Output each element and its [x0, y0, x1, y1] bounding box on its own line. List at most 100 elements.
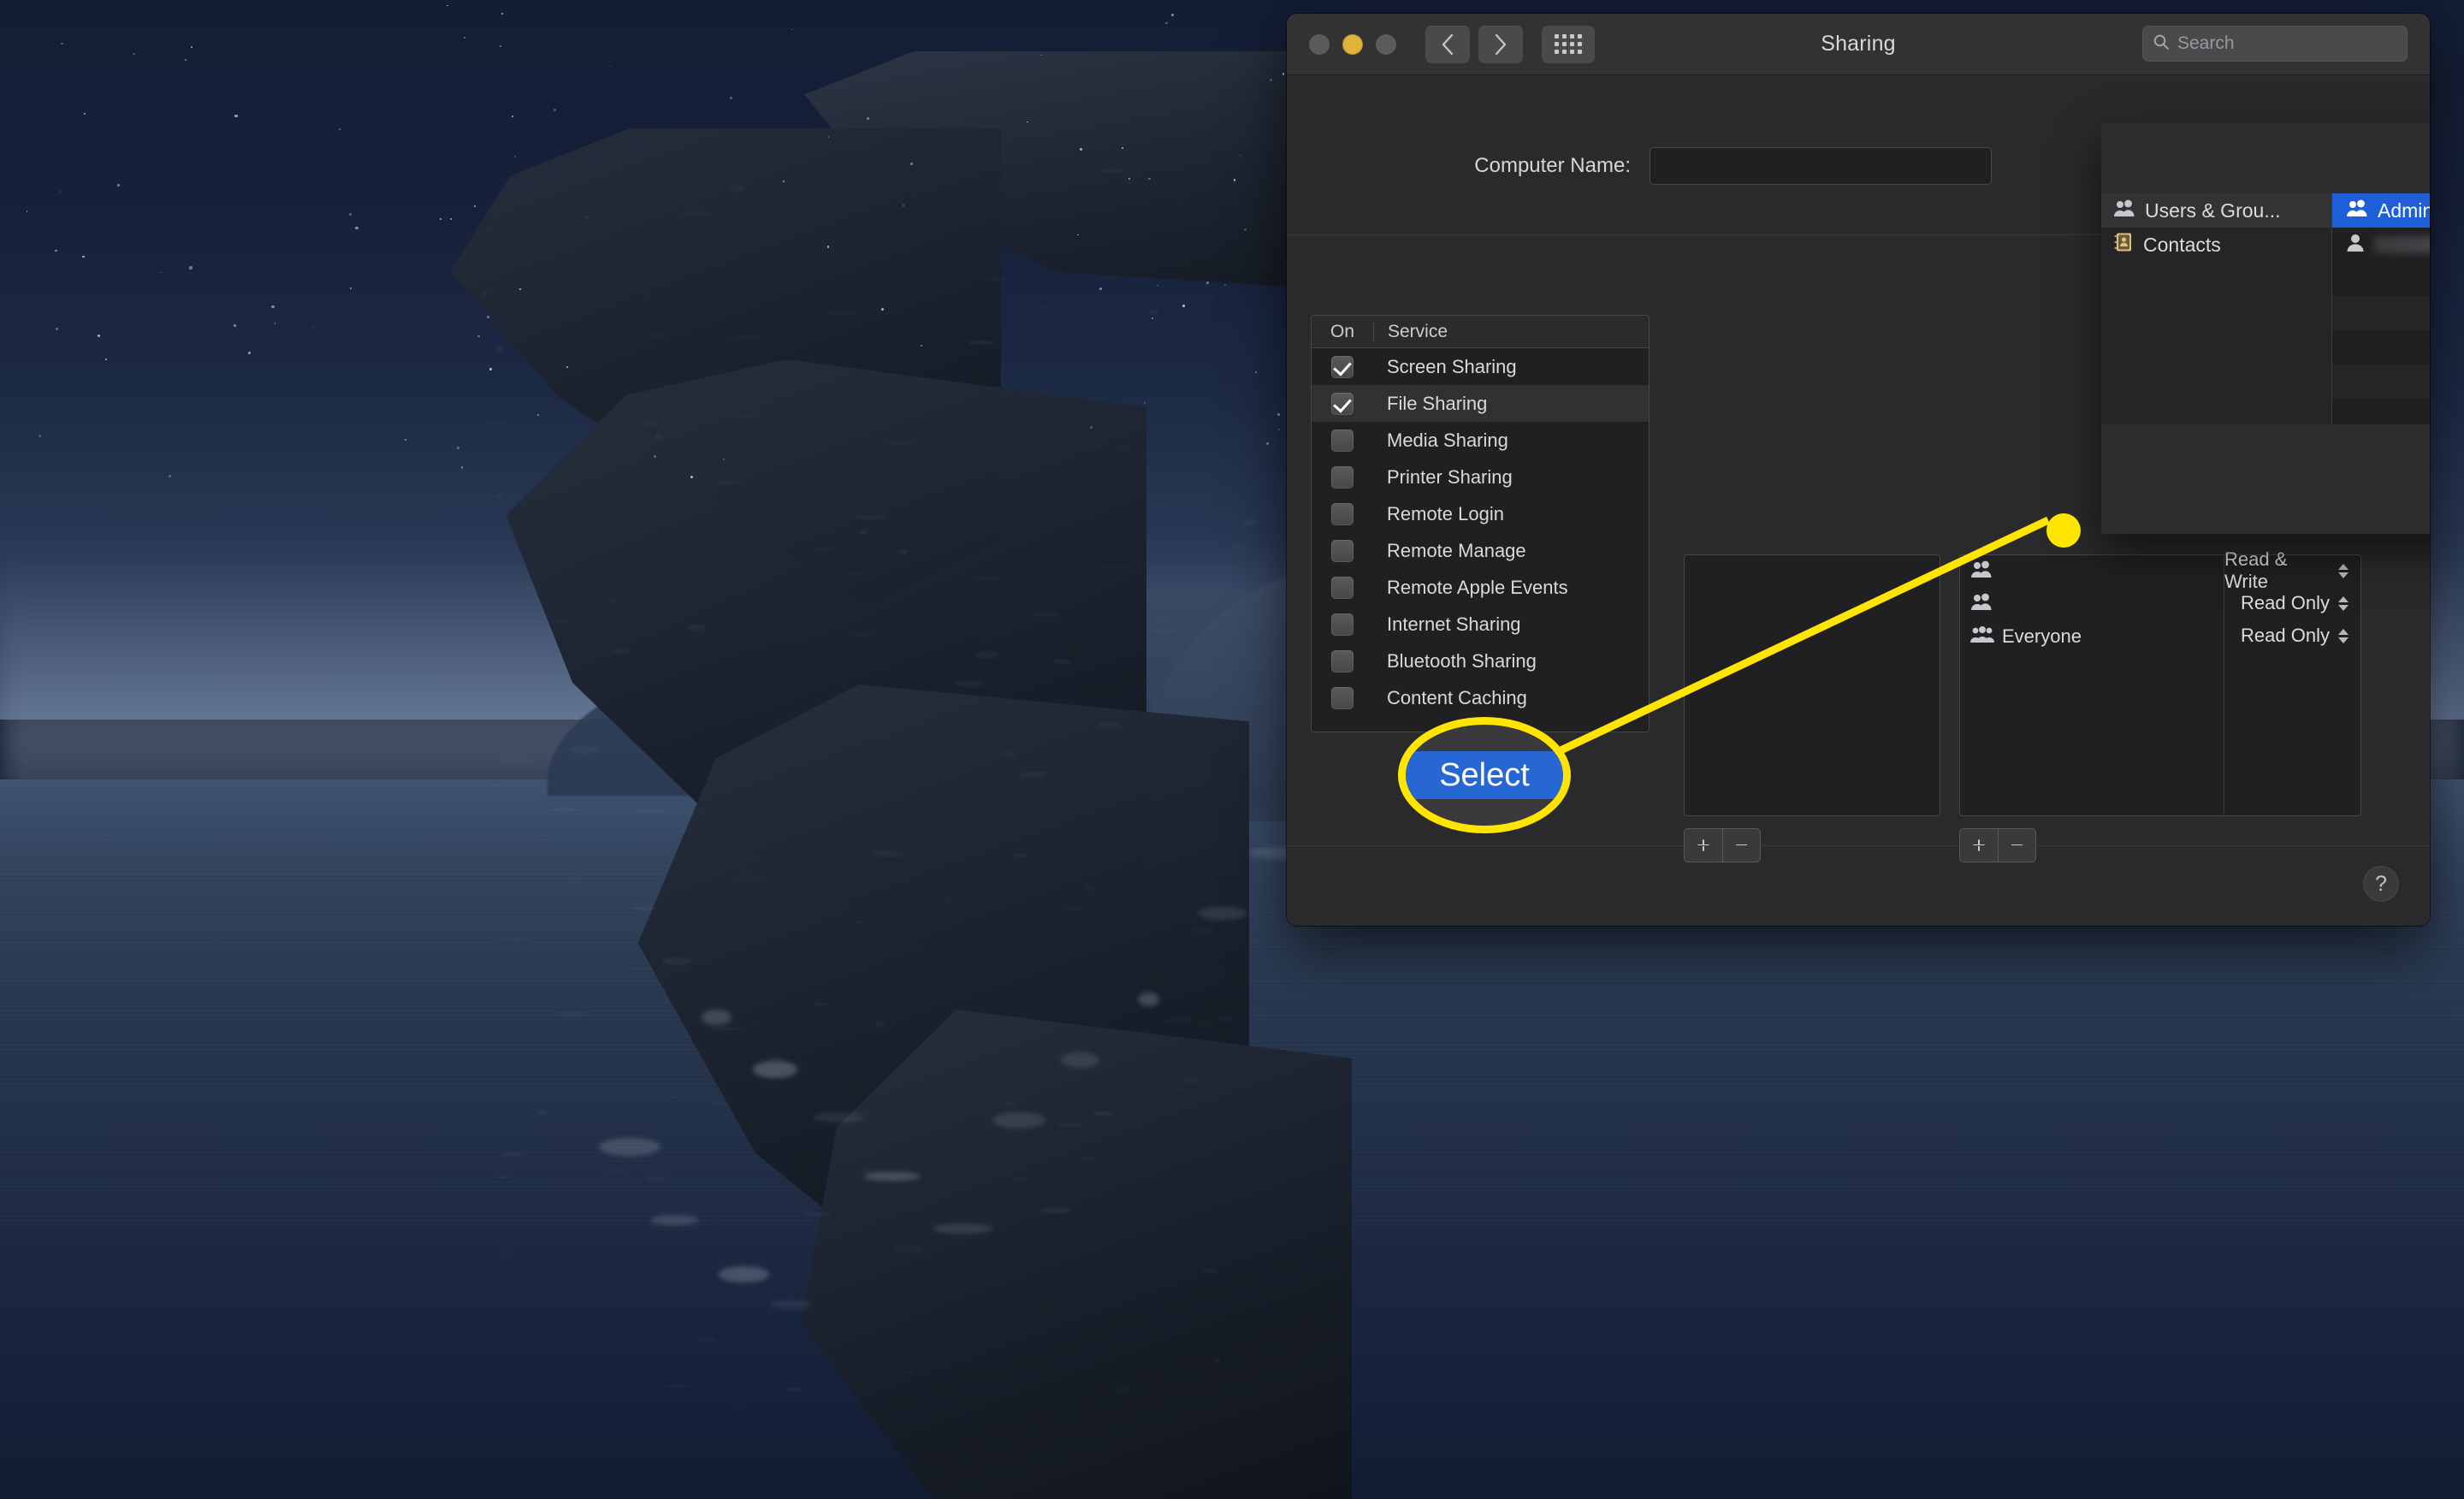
- checkbox-icon[interactable]: [1331, 576, 1353, 599]
- users-list[interactable]: Everyone Read & Write Read Only Read Only: [1959, 548, 2361, 816]
- service-name-label: Screen Sharing: [1387, 355, 1517, 377]
- service-name-label: Content Caching: [1387, 686, 1527, 708]
- permissions-row-container: Read & Write Read Only Read Only: [2224, 548, 2360, 652]
- service-name-label: Internet Sharing: [1387, 613, 1521, 635]
- checkbox-icon[interactable]: [1331, 686, 1353, 709]
- sharing-preferences-window: Sharing Search Computer Name: Edit... On…: [1287, 14, 2430, 926]
- chevron-left-icon: [1441, 33, 1454, 56]
- service-row[interactable]: Bluetooth Sharing: [1312, 643, 1649, 679]
- show-all-button[interactable]: [1542, 25, 1595, 63]
- help-button[interactable]: ?: [2363, 866, 2399, 902]
- service-name-label: Bluetooth Sharing: [1387, 649, 1537, 672]
- sheet-results-list[interactable]: Administrators: [2332, 193, 2430, 467]
- sheet-sidebar-item-label: Contacts: [2143, 233, 2221, 256]
- divider-bottom: [1287, 845, 2430, 846]
- services-table-header: On Service: [1312, 316, 1649, 348]
- service-checkbox-cell: [1312, 613, 1373, 636]
- sheet-list-empty-row: [2332, 296, 2430, 330]
- service-checkbox-cell: [1312, 355, 1373, 378]
- computer-name-input[interactable]: [1650, 147, 1992, 185]
- sheet-sidebar-item-label: Users & Grou...: [2145, 198, 2281, 222]
- service-checkbox-cell: [1312, 429, 1373, 452]
- sheet-sidebar: Users & Grou... Contacts: [2101, 193, 2332, 424]
- service-checkbox-cell: [1312, 392, 1373, 415]
- chevron-updown-icon: [2338, 628, 2348, 643]
- permission-label: Read Only: [2241, 625, 2330, 646]
- service-name-label: Printer Sharing: [1387, 465, 1513, 488]
- window-content: Computer Name: Edit... On Service Screen…: [1287, 75, 2430, 926]
- contacts-book-icon: [2113, 232, 2134, 258]
- permission-label: Read Only: [2241, 592, 2330, 613]
- user-name-label: Everyone: [2002, 625, 2082, 647]
- service-row[interactable]: Remote Manage: [1312, 532, 1649, 569]
- service-row[interactable]: Media Sharing: [1312, 422, 1649, 459]
- checkbox-checked-icon[interactable]: [1331, 355, 1353, 378]
- sheet-sidebar-rows: Users & Grou... Contacts: [2101, 193, 2331, 262]
- service-checkbox-cell: [1312, 539, 1373, 562]
- column-header-on: On: [1330, 321, 1354, 341]
- traffic-light-buttons: [1309, 33, 1396, 55]
- services-table[interactable]: On Service Screen Sharing File Sharing Med…: [1311, 315, 1650, 732]
- sheet-list-empty-row: [2332, 262, 2430, 296]
- users-groups-icon: [2113, 199, 2135, 222]
- checkbox-icon[interactable]: [1331, 465, 1353, 489]
- sheet-footer: Cancel Select: [2101, 424, 2430, 534]
- redacted-user-name: [2374, 236, 2430, 253]
- checkbox-icon[interactable]: [1331, 649, 1353, 672]
- permission-popup-button[interactable]: Read & Write: [2224, 548, 2360, 592]
- toolbar-search-placeholder: Search: [2177, 33, 2235, 53]
- service-row[interactable]: Screen Sharing: [1312, 348, 1649, 385]
- permission-popup-button[interactable]: Read Only: [2224, 587, 2360, 619]
- window-titlebar: Sharing Search: [1287, 14, 2430, 75]
- person-icon: [2346, 234, 2365, 257]
- search-icon: [2153, 33, 2170, 55]
- chevron-right-icon: [1494, 33, 1507, 56]
- service-name-label: Remote Apple Events: [1387, 576, 1568, 598]
- service-row[interactable]: Internet Sharing: [1312, 606, 1649, 643]
- service-checkbox-cell: [1312, 576, 1373, 599]
- service-checkbox-cell: [1312, 686, 1373, 709]
- back-button[interactable]: [1425, 25, 1470, 63]
- toolbar-search-field[interactable]: Search: [2142, 26, 2408, 62]
- checkbox-icon[interactable]: [1331, 429, 1353, 452]
- everyone-icon: [1970, 625, 1994, 649]
- group-icon: [1970, 560, 1993, 584]
- checkbox-checked-icon[interactable]: [1331, 392, 1353, 415]
- service-row[interactable]: Printer Sharing: [1312, 459, 1649, 495]
- service-name-label: Remote Login: [1387, 502, 1504, 524]
- sheet-list-empty-row: [2332, 364, 2430, 399]
- checkbox-icon[interactable]: [1331, 613, 1353, 636]
- grid-icon: [1555, 34, 1582, 54]
- service-name-label: Media Sharing: [1387, 429, 1508, 451]
- sheet-list-item[interactable]: [2332, 228, 2430, 262]
- permission-popup-button[interactable]: Read Only: [2224, 619, 2360, 652]
- service-checkbox-cell: [1312, 465, 1373, 489]
- services-row-container: Screen Sharing File Sharing Media Sharing P…: [1312, 348, 1649, 716]
- shared-folders-list[interactable]: [1684, 554, 1940, 816]
- zoom-icon[interactable]: [1376, 33, 1396, 55]
- sheet-sidebar-item[interactable]: Contacts: [2101, 228, 2331, 262]
- service-checkbox-cell: [1312, 502, 1373, 525]
- sheet-sidebar-item[interactable]: Users & Grou...: [2101, 193, 2331, 228]
- service-row[interactable]: Content Caching: [1312, 679, 1649, 716]
- close-icon[interactable]: [1309, 33, 1330, 55]
- forward-button[interactable]: [1478, 25, 1523, 63]
- sheet-list-item[interactable]: Administrators: [2332, 193, 2430, 228]
- group-icon: [2346, 199, 2368, 222]
- column-header-service: Service: [1388, 321, 1448, 341]
- checkbox-icon[interactable]: [1331, 539, 1353, 562]
- chevron-updown-icon: [2338, 563, 2348, 578]
- permissions-column: Read & Write Read Only Read Only: [2224, 548, 2360, 816]
- service-name-label: Remote Manage: [1387, 539, 1526, 561]
- sheet-split-view: Users & Grou... Contacts Administrators: [2101, 193, 2430, 467]
- permission-label: Read & Write: [2224, 548, 2288, 592]
- service-row[interactable]: File Sharing: [1312, 385, 1649, 422]
- chevron-updown-icon: [2338, 595, 2348, 611]
- service-row[interactable]: Remote Apple Events: [1312, 569, 1649, 606]
- select-user-sheet-dialog: Search Users & Grou...Contacts Administr…: [2101, 123, 2430, 534]
- minimize-icon[interactable]: [1342, 33, 1363, 55]
- service-row[interactable]: Remote Login: [1312, 495, 1649, 532]
- checkbox-icon[interactable]: [1331, 502, 1353, 525]
- computer-name-label: Computer Name:: [1474, 154, 1631, 177]
- group-icon: [1970, 593, 1993, 616]
